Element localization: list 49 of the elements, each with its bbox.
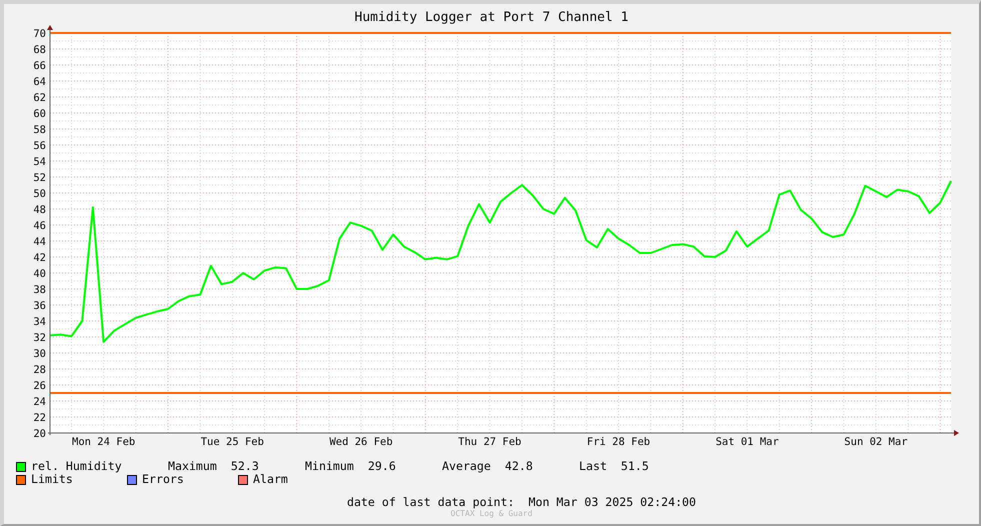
y-tick-label: 64 (33, 76, 46, 88)
y-tick-label: 66 (33, 60, 46, 72)
footer-text: OCTAX Log & Guard (450, 509, 532, 518)
y-tick-label: 20 (33, 428, 46, 440)
x-tick-label: Tue 25 Feb (200, 436, 264, 448)
y-tick-label: 62 (33, 92, 46, 104)
y-tick-label: 40 (33, 268, 46, 280)
y-tick-label: 56 (33, 140, 46, 152)
y-tick-label: 58 (33, 124, 46, 136)
x-tick-label: Thu 27 Feb (458, 436, 522, 448)
y-tick-label: 34 (33, 316, 46, 328)
stat-value: 51.5 (620, 460, 649, 473)
y-tick-label: 50 (33, 188, 46, 200)
y-tick-label: 46 (33, 220, 46, 232)
legend-label: Alarm (253, 473, 288, 486)
stat-label: Minimum (305, 460, 354, 473)
stat-value: 52.3 (230, 460, 259, 473)
x-tick-label: Sun 02 Mar (844, 436, 908, 448)
stat-label: Maximum (168, 460, 217, 473)
x-tick-label: Mon 24 Feb (72, 436, 136, 448)
chart-title: Humidity Logger at Port 7 Channel 1 (354, 11, 628, 24)
y-tick-label: 48 (33, 204, 46, 216)
stat-value: 29.6 (368, 460, 396, 473)
x-tick-label: Sat 01 Mar (716, 436, 779, 448)
y-tick-label: 38 (33, 284, 46, 296)
legend-label: Errors (142, 473, 184, 486)
y-tick-label: 22 (33, 412, 46, 424)
y-tick-label: 70 (33, 28, 46, 40)
y-tick-label: 24 (33, 396, 46, 408)
y-tick-label: 26 (33, 380, 46, 392)
legend-label: rel. Humidity (31, 460, 122, 473)
y-tick-label: 42 (33, 252, 46, 264)
y-tick-label: 36 (33, 300, 46, 312)
y-tick-label: 54 (33, 156, 46, 168)
x-tick-label: Fri 28 Feb (586, 436, 650, 448)
legend-label: Limits (31, 473, 73, 486)
stat-label: Last (579, 460, 607, 473)
y-tick-label: 68 (33, 44, 46, 56)
y-tick-label: 60 (33, 108, 46, 120)
x-tick-label: Wed 26 Feb (329, 436, 393, 448)
y-tick-label: 52 (33, 172, 46, 184)
stat-label: Average (442, 460, 491, 473)
y-tick-label: 32 (33, 332, 46, 344)
last-data-label: date of last data point: (346, 496, 514, 509)
stat-value: 42.8 (504, 460, 533, 473)
y-tick-label: 30 (33, 348, 46, 360)
last-data-value: Mon Mar 03 2025 02:24:00 (528, 496, 696, 509)
y-tick-label: 28 (33, 364, 46, 376)
y-tick-label: 44 (33, 236, 46, 248)
